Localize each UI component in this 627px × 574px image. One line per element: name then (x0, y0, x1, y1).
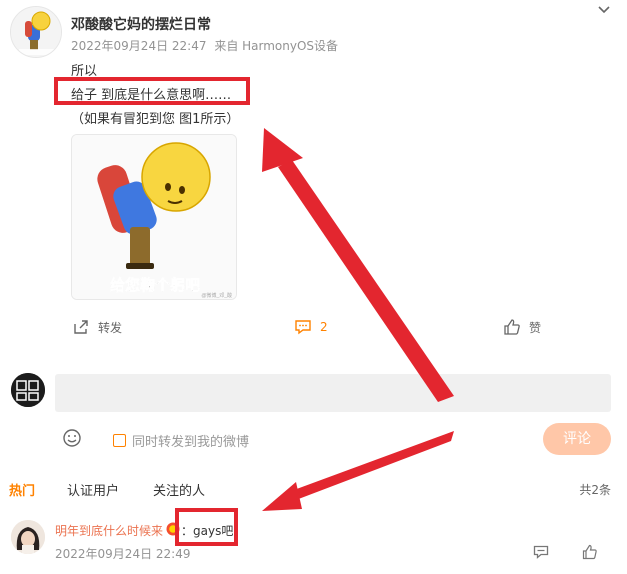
tab-verified-users[interactable]: 认证用户 (67, 480, 119, 499)
emoji-icon[interactable] (62, 428, 82, 448)
post-image[interactable]: 给您鞠个躬吧 @微博_邓_酸 (71, 134, 237, 300)
like-icon (504, 319, 520, 335)
forward-button[interactable]: 转发 (72, 318, 122, 336)
annotation-highlight-box (54, 77, 250, 105)
reply-username[interactable]: 明年到底什么时候来 (55, 522, 163, 539)
chevron-down-icon[interactable] (597, 2, 611, 16)
post-username[interactable]: 邓酸酸它妈的摆烂日常 (71, 14, 211, 34)
like-label: 赞 (529, 320, 542, 335)
checkbox-icon[interactable] (113, 434, 126, 447)
post-text-line-3: （如果有冒犯到您 图1所示） (71, 112, 240, 127)
post-meta: 2022年09月24日 22:47 来自 HarmonyOS设备 (71, 37, 338, 54)
reply-like-icon[interactable] (582, 544, 598, 560)
reply-timestamp: 2022年09月24日 22:49 (55, 547, 191, 561)
comment-button[interactable]: 2 (294, 318, 328, 336)
post-source: 来自 HarmonyOS设备 (214, 39, 339, 53)
reply-avatar-portrait (11, 520, 45, 554)
reply-avatar[interactable] (11, 520, 45, 554)
composer-avatar-logo (11, 373, 45, 407)
tab-hot[interactable]: 热门 (9, 480, 35, 499)
annotation-arrowhead-up (262, 128, 303, 172)
sticker-watermark: @微博_邓_酸 (201, 292, 232, 299)
comment-total: 共2条 (579, 483, 611, 497)
sticker-caption: 给您鞠个躬吧 (110, 276, 200, 294)
avatar-bowing-figure (11, 7, 61, 57)
forward-label: 转发 (98, 320, 123, 335)
comment-input[interactable] (55, 374, 611, 412)
annotation-reply-highlight-box (175, 508, 238, 546)
tab-following[interactable]: 关注的人 (153, 480, 205, 499)
composer-avatar[interactable] (11, 373, 45, 407)
post-avatar[interactable] (10, 6, 62, 58)
bowing-emoji-sticker: 给您鞠个躬吧 @微博_邓_酸 (72, 135, 236, 299)
reply-comment-icon[interactable] (533, 544, 549, 560)
submit-comment-button[interactable]: 评论 (543, 423, 611, 455)
repost-checkbox-row[interactable]: 同时转发到我的微博 (113, 431, 249, 450)
like-button[interactable]: 赞 (503, 318, 541, 336)
comment-icon (295, 320, 311, 335)
share-icon (74, 320, 88, 334)
annotation-arrow-up (278, 160, 454, 402)
post-actions: 转发 2 赞 (0, 318, 627, 342)
repost-label: 同时转发到我的微博 (132, 435, 250, 450)
comment-count: 2 (320, 320, 328, 334)
comment-tabs: 热门 认证用户 关注的人 共2条 (0, 480, 627, 502)
post-timestamp[interactable]: 2022年09月24日 22:47 (71, 39, 206, 53)
